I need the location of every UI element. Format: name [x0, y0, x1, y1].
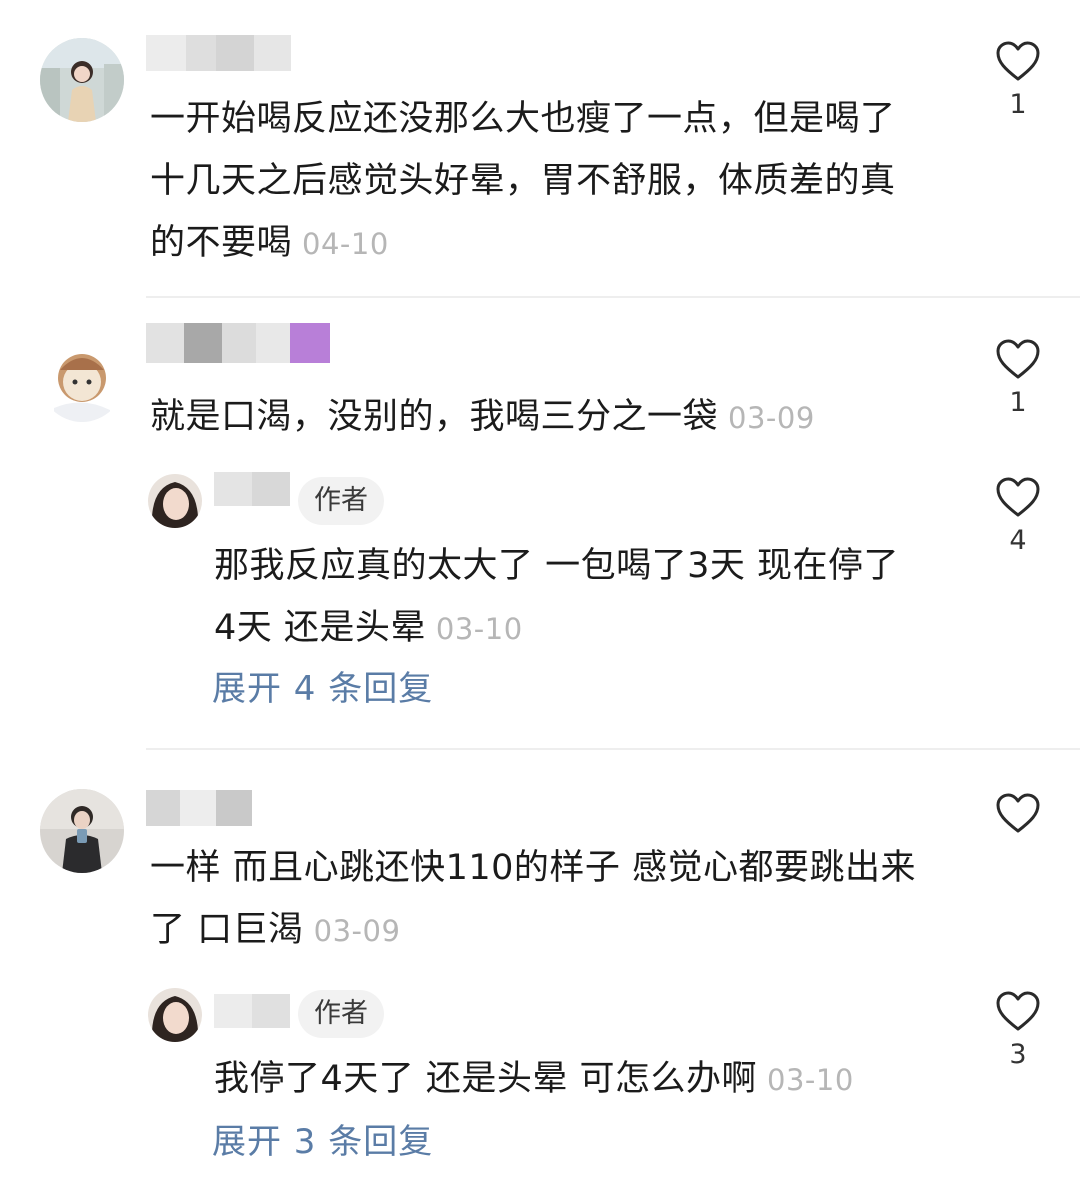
username-blurred[interactable] — [146, 323, 330, 363]
comment-date: 04-10 — [302, 227, 389, 261]
reply-date: 03-10 — [435, 612, 523, 646]
comment-date: 03-09 — [728, 401, 815, 435]
comment-text: 一开始喝反应还没那么大也瘦了一点，但是喝了 十几天之后感觉头好晕，胃不舒服，体质… — [150, 99, 896, 263]
reply-username-blurred[interactable] — [214, 472, 290, 506]
reply-avatar[interactable] — [148, 474, 202, 528]
username-blurred[interactable] — [146, 35, 291, 71]
avatar[interactable] — [40, 38, 124, 122]
comment-text: 一样 而且心跳还快110的样子 感觉心都要跳出来 了 口巨渴 03-09 — [150, 848, 917, 950]
like-button[interactable]: 3 — [990, 990, 1046, 1072]
like-button[interactable]: 1 — [990, 40, 1046, 122]
comment-date: 03-09 — [313, 914, 401, 948]
reply-text: 我停了4天了 还是头晕 可怎么办啊 03-10 — [214, 1059, 854, 1099]
heart-outline-icon — [996, 41, 1040, 81]
comment-text: 就是口渴，没别的，我喝三分之一袋 03-09 — [150, 397, 815, 437]
reply-avatar[interactable] — [148, 988, 202, 1042]
like-button[interactable]: 1 — [990, 338, 1046, 420]
heart-outline-icon — [996, 793, 1040, 833]
divider — [146, 748, 1080, 750]
username-blurred[interactable] — [146, 790, 252, 826]
reply-text: 那我反应真的太大了 一包喝了3天 现在停了 4天 还是头晕 03-10 — [214, 546, 900, 648]
author-badge: 作者 — [298, 990, 384, 1038]
like-count: 4 — [1009, 525, 1027, 556]
avatar[interactable] — [40, 338, 124, 422]
expand-replies-link[interactable]: 展开 4 条回复 — [212, 665, 433, 713]
like-button[interactable]: 4 — [990, 476, 1046, 558]
reply-username-blurred[interactable] — [214, 994, 290, 1028]
like-count: 3 — [1009, 1039, 1027, 1070]
heart-outline-icon — [996, 339, 1040, 379]
expand-replies-link[interactable]: 展开 3 条回复 — [212, 1118, 433, 1166]
like-count: 1 — [1009, 89, 1027, 120]
reply-date: 03-10 — [767, 1063, 854, 1097]
heart-outline-icon — [996, 477, 1040, 517]
heart-outline-icon — [996, 991, 1040, 1031]
avatar[interactable] — [40, 789, 124, 873]
like-count: 1 — [1009, 387, 1027, 418]
like-button[interactable] — [990, 792, 1046, 840]
divider — [146, 296, 1080, 298]
author-badge: 作者 — [298, 477, 384, 525]
